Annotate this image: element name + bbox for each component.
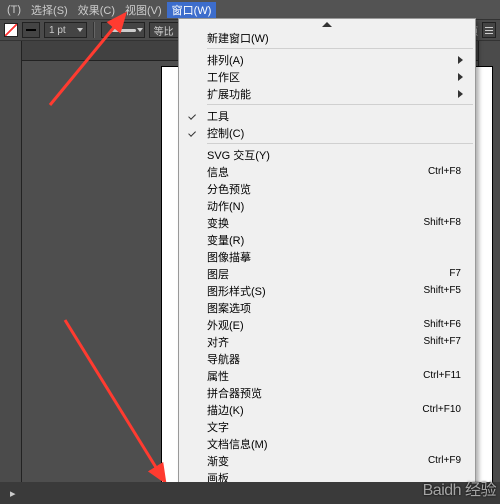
menu-item-label: 扩展功能 [207, 86, 458, 102]
menu-item[interactable]: 扩展功能 [179, 85, 475, 102]
menu-item[interactable]: 效果(C) [73, 2, 120, 18]
panel-menu-icon[interactable] [482, 22, 496, 38]
check-icon [190, 131, 197, 135]
menu-item[interactable]: 信息Ctrl+F8 [179, 163, 475, 180]
separator [207, 143, 473, 144]
scale-mode-value: 等比 [154, 23, 174, 38]
menu-item[interactable]: 文档信息(M) [179, 435, 475, 452]
submenu-arrow-icon [458, 56, 463, 64]
menu-item[interactable]: 描边(K)Ctrl+F10 [179, 401, 475, 418]
stroke-weight-value: 1 pt [49, 25, 66, 36]
shortcut-label: Ctrl+F10 [422, 404, 467, 415]
menu-item[interactable]: 工作区 [179, 68, 475, 85]
shortcut-label: Shift+F6 [423, 319, 467, 330]
menu-item-label: 动作(N) [207, 198, 467, 214]
menu-item[interactable]: 排列(A) [179, 51, 475, 68]
menu-item-label: 分色预览 [207, 181, 467, 197]
shortcut-label: Shift+F5 [423, 285, 467, 296]
menu-item-label: 文字 [207, 419, 467, 435]
menu-item[interactable]: 变换Shift+F8 [179, 214, 475, 231]
menu-item[interactable]: 图层F7 [179, 265, 475, 282]
menu-item[interactable]: 视图(V) [120, 2, 167, 18]
menu-item-label: 图层 [207, 266, 449, 282]
menu-item-label: 渐变 [207, 453, 428, 469]
check-icon [190, 114, 197, 118]
menu-item[interactable]: 对齐Shift+F7 [179, 333, 475, 350]
scroll-up-arrow[interactable] [179, 19, 475, 29]
stroke-profile[interactable] [101, 22, 145, 38]
menu-item[interactable]: 变量(R) [179, 231, 475, 248]
menu-item-label: 外观(E) [207, 317, 423, 333]
menu-item-label: 信息 [207, 164, 428, 180]
menu-item-label: 变量(R) [207, 232, 467, 248]
menu-item-label: 变换 [207, 215, 423, 231]
watermark: Baidh 经验 [423, 476, 496, 500]
menu-item[interactable]: 工具 [179, 107, 475, 124]
shortcut-label: F7 [449, 268, 467, 279]
menu-item-label: 图像描摹 [207, 249, 467, 265]
menu-item[interactable]: 导航器 [179, 350, 475, 367]
menu-item-label: 控制(C) [207, 125, 467, 141]
menu-item-label: 图案选项 [207, 300, 467, 316]
shortcut-label: Shift+F8 [423, 217, 467, 228]
menu-item-label: 拼合器预览 [207, 385, 467, 401]
menu-item[interactable]: 分色预览 [179, 180, 475, 197]
divider [93, 22, 95, 38]
menu-item[interactable]: 选择(S) [26, 2, 73, 18]
menu-item[interactable]: 控制(C) [179, 124, 475, 141]
submenu-arrow-icon [458, 90, 463, 98]
shortcut-label: Ctrl+F9 [428, 455, 467, 466]
menu-item-label: 导航器 [207, 351, 467, 367]
menu-item-label: 描边(K) [207, 402, 422, 418]
menu-item-label: 文档信息(M) [207, 436, 467, 452]
menu-item[interactable]: 拼合器预览 [179, 384, 475, 401]
no-selection-swatch[interactable] [4, 23, 18, 37]
separator [207, 104, 473, 105]
menu-item[interactable]: 新建窗口(W) [179, 29, 475, 46]
menu-item[interactable]: 外观(E)Shift+F6 [179, 316, 475, 333]
shortcut-label: Ctrl+F11 [423, 370, 467, 381]
menu-item[interactable]: 属性Ctrl+F11 [179, 367, 475, 384]
menu-item[interactable]: SVG 交互(Y) [179, 146, 475, 163]
line-swatch[interactable] [22, 22, 40, 38]
separator [207, 48, 473, 49]
shortcut-label: Shift+F7 [423, 336, 467, 347]
menu-item[interactable]: 图形样式(S)Shift+F5 [179, 282, 475, 299]
menu-item-label: 工具 [207, 108, 467, 124]
menu-item-label: 新建窗口(W) [207, 30, 467, 46]
menu-item-label: 排列(A) [207, 52, 458, 68]
menu-item-label: 图形样式(S) [207, 283, 423, 299]
shortcut-label: Ctrl+F8 [428, 166, 467, 177]
menu-item[interactable]: 图像描摹 [179, 248, 475, 265]
menu-item[interactable]: (T) [2, 4, 26, 16]
menu-item-label: 属性 [207, 368, 423, 384]
menu-item[interactable]: 渐变Ctrl+F9 [179, 452, 475, 469]
menu-item-label: 工作区 [207, 69, 458, 85]
menu-item-label: SVG 交互(Y) [207, 147, 467, 163]
menu-item-label: 对齐 [207, 334, 423, 350]
menu-item[interactable]: 文字 [179, 418, 475, 435]
window-menu-dropdown: 新建窗口(W)排列(A)工作区扩展功能工具控制(C)SVG 交互(Y)信息Ctr… [178, 18, 476, 504]
menu-item[interactable]: 动作(N) [179, 197, 475, 214]
menu-item[interactable]: 窗口(W) [167, 2, 217, 18]
menu-item[interactable]: 图案选项 [179, 299, 475, 316]
submenu-arrow-icon [458, 73, 463, 81]
stroke-weight-combo[interactable]: 1 pt [44, 22, 87, 38]
